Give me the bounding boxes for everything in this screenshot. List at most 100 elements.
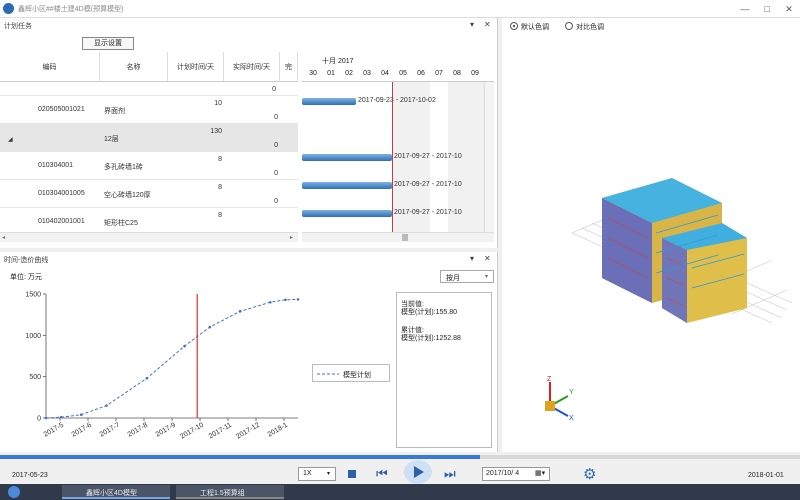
cumulative-value: 模型(计划):1252.88	[401, 335, 461, 342]
data-point	[208, 325, 212, 329]
end-date: 2018-01-01	[748, 472, 784, 479]
chart-legend: 模型计划	[312, 364, 390, 382]
chevron-down-icon: ▾	[485, 274, 489, 280]
gear-icon[interactable]: ⚙	[583, 465, 596, 483]
gantt-bar-label: 2017-09-27 - 2017-10	[394, 209, 462, 216]
table-row[interactable]: 020505001021 界面剂 10 0	[0, 96, 298, 124]
col-header-code[interactable]: 编码	[0, 52, 100, 82]
x-tick-label: 2017-10	[179, 422, 205, 441]
col-header-actual[interactable]: 实际时间/天	[224, 52, 280, 82]
start-icon[interactable]	[8, 486, 20, 498]
task-panel-header: 计划任务 ▾ ✕	[0, 18, 497, 32]
gantt-bar[interactable]	[302, 98, 356, 105]
scroll-left-icon[interactable]: ◂	[2, 234, 5, 241]
gantt-header: 十月 2017 30 01 02 03 04 05 06 07 08 09	[302, 52, 494, 82]
stop-icon[interactable]	[348, 470, 356, 478]
data-point	[79, 413, 83, 416]
table-row[interactable]: 010402001001 矩形柱C25 8	[0, 208, 298, 232]
play-button[interactable]	[404, 460, 432, 484]
y-tick-label: 0	[37, 416, 41, 423]
gantt-horizontal-scrollbar[interactable]	[302, 232, 494, 242]
axis-gizmo-icon: Z Y X	[545, 376, 574, 422]
gantt-bar[interactable]	[302, 154, 392, 161]
scroll-thumb[interactable]	[402, 234, 408, 241]
task-panel-title: 计划任务	[4, 23, 32, 30]
chevron-down-icon: ▾	[327, 471, 331, 477]
table-header: 编码 名称 计划时间/天 实际时间/天 完	[0, 52, 298, 82]
panel-close-icon[interactable]: ✕	[484, 20, 491, 29]
data-point	[183, 344, 186, 348]
table-row-selected[interactable]: ◢ 12层 130 0	[0, 124, 298, 152]
gantt-bar-label: 2017-09-27 - 2017-10	[394, 181, 462, 188]
legend-line-swatch	[317, 373, 339, 375]
dropdown-icon[interactable]: ▾	[470, 254, 474, 263]
data-point	[44, 416, 48, 420]
unit-label: 单位: 万元	[10, 274, 42, 281]
data-point	[59, 415, 63, 419]
panel-close-icon[interactable]: ✕	[484, 254, 491, 263]
timeline-track[interactable]	[0, 455, 800, 459]
x-tick-label: 2017-8	[127, 422, 149, 439]
radio-compare-color[interactable]	[565, 22, 573, 30]
data-point	[284, 298, 287, 302]
title-bar: 鑫辉小区##楼土建4D模(预算模型) — □ ✕	[0, 0, 800, 18]
table-row[interactable]: 0	[0, 82, 298, 96]
gantt-bar[interactable]	[302, 182, 392, 189]
curve-panel-title: 时间-造价曲线	[4, 257, 49, 264]
table-horizontal-scrollbar[interactable]: ◂ ▸	[0, 232, 298, 242]
expander-icon[interactable]: ◢	[8, 124, 18, 152]
x-tick-label: 2017-5	[43, 422, 65, 439]
x-tick-label: 2018-1	[267, 422, 289, 439]
cost-curve-chart: 0 500 1000 1500 2017-5 2017-6 2017-7 2017-8 2017…	[25, 292, 300, 441]
model-view-panel[interactable]: 默认色调 对比色调 Z Y X	[502, 18, 800, 452]
col-header-complete[interactable]: 完	[280, 52, 298, 82]
data-point	[145, 377, 149, 380]
maximize-icon[interactable]: □	[760, 2, 774, 16]
speed-select[interactable]: 1X ▾	[298, 467, 336, 481]
gantt-month: 十月 2017	[322, 58, 354, 65]
timeline-progress	[0, 455, 480, 459]
window-title: 鑫辉小区##楼土建4D模(预算模型)	[18, 6, 124, 13]
axis-z-label: Z	[547, 376, 552, 383]
os-taskbar: 鑫辉小区4D模型 工程1.5预算组	[0, 484, 800, 500]
minimize-icon[interactable]: —	[738, 2, 752, 16]
dropdown-icon[interactable]: ▾	[470, 20, 474, 29]
task-table-body: 0 020505001021 界面剂 10 0 ◢ 12层 130 0 0103…	[0, 82, 298, 232]
table-row[interactable]: 010304001 多孔砖墙1砖 8 0	[0, 152, 298, 180]
rewind-icon[interactable]: ⏮	[376, 466, 388, 482]
display-settings-button[interactable]: 显示设置	[82, 37, 134, 50]
period-select[interactable]: 按月 ▾	[440, 270, 494, 283]
close-icon[interactable]: ✕	[782, 2, 796, 16]
data-point	[105, 404, 108, 407]
playback-bar: 2017-05-23 2018-01-01 1X ▾ ⏮ ⏭ 2017/10/ …	[0, 452, 800, 484]
task-panel: 计划任务 ▾ ✕ 显示设置 编码 名称 计划时间/天 实际时间/天 完 0 02…	[0, 18, 498, 248]
x-tick-label: 2017-11	[208, 422, 233, 441]
radio-default-label: 默认色调	[521, 24, 549, 31]
gantt-bar-label: 2017-09-27 - 2017-10	[394, 153, 462, 160]
current-date-picker[interactable]: 2017/10/ 4 ▦▾	[482, 467, 550, 481]
value-info-box: 当前值: 模型(计划):155.80 累计值: 模型(计划):1252.88	[396, 292, 492, 448]
gantt-current-date-line	[392, 82, 393, 232]
gantt-bar[interactable]	[302, 210, 392, 217]
series-line	[45, 298, 299, 419]
taskbar-item[interactable]: 工程1.5预算组	[176, 485, 284, 499]
scroll-right-icon[interactable]: ▸	[290, 234, 293, 241]
col-header-name[interactable]: 名称	[100, 52, 168, 82]
building-3d-model[interactable]	[572, 178, 792, 328]
app-logo-icon	[3, 3, 14, 14]
data-point	[238, 310, 242, 313]
gantt-vertical-scrollbar[interactable]	[484, 82, 494, 232]
x-tick-label: 2017-7	[99, 422, 121, 439]
taskbar-item[interactable]: 鑫辉小区4D模型	[62, 485, 170, 499]
y-tick-label: 500	[29, 374, 41, 381]
y-tick-label: 1500	[25, 292, 41, 299]
data-point	[268, 300, 272, 304]
table-row[interactable]: 010304001005 空心砖墙120厚 8 0	[0, 180, 298, 208]
gantt-chart[interactable]: 2017-09-23 - 2017-10-02 2017-09-27 - 201…	[302, 82, 494, 232]
x-tick-label: 2017-9	[155, 422, 177, 439]
current-value: 模型(计划):155.80	[401, 309, 458, 316]
fast-forward-icon[interactable]: ⏭	[444, 466, 456, 482]
col-header-plan[interactable]: 计划时间/天	[168, 52, 224, 82]
radio-default-color[interactable]	[510, 22, 518, 30]
axis-x-label: X	[569, 415, 574, 422]
